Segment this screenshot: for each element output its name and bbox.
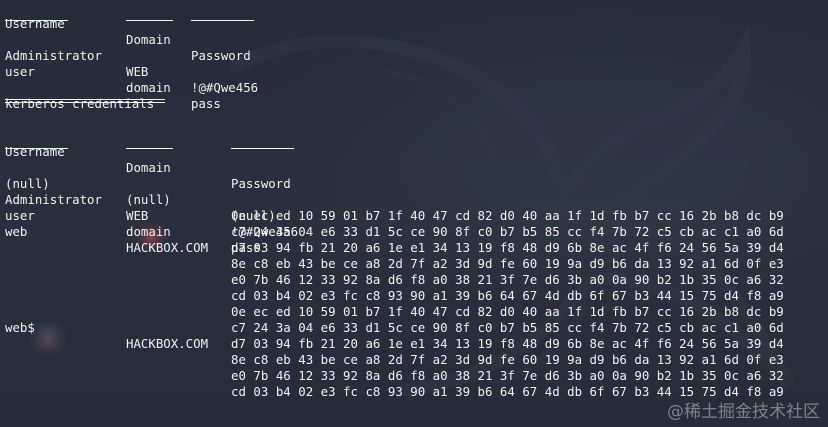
domain-header: Domain: [126, 160, 171, 175]
kerberos-credential-row: Administrator WEB !@#Qwe456: [0, 176, 298, 239]
password-hash-line: d7 03 94 fb 21 20 a6 1e e1 34 13 19 f8 4…: [231, 336, 784, 351]
password-cell: !@#Qwe456: [191, 80, 259, 95]
password-hash-line: c7 24 3a 04 e6 33 d1 5c ce 90 8f c0 b7 b…: [231, 320, 784, 335]
username-cell: user: [5, 64, 35, 79]
password-hash-line: 8e c8 eb 43 be ce a8 2d 7f a2 3d 9d fe 6…: [231, 256, 784, 271]
password-hash-line: 8e c8 eb 43 be ce a8 2d 7f a2 3d 9d fe 6…: [231, 352, 784, 367]
password-hash-line: e0 7b 46 12 33 92 8a d6 f8 a0 38 21 3f 7…: [231, 272, 784, 287]
username-cell: web$: [5, 320, 35, 335]
username-underline: [5, 20, 68, 21]
domain-cell: HACKBOX.COM: [126, 240, 209, 255]
credential-row: Administrator WEB !@#Qwe456: [0, 32, 258, 95]
kerberos-title-double-underline: [5, 99, 165, 103]
kerberos-credential-row: user domain pass: [0, 192, 261, 255]
password-underline: [191, 20, 254, 21]
password-header: Password: [231, 176, 291, 191]
password-header: Password: [191, 48, 251, 63]
password-hash-line: e0 7b 46 12 33 92 8a d6 f8 a0 38 21 3f 7…: [231, 368, 784, 383]
password-hash-line: c7 24 3a 04 e6 33 d1 5c ce 90 8f c0 b7 b…: [231, 224, 784, 239]
credential-row: user domain pass: [0, 48, 221, 111]
password-hash-line: d7 03 94 fb 21 20 a6 1e e1 34 13 19 f8 4…: [231, 240, 784, 255]
domain-cell: HACKBOX.COM: [126, 336, 209, 351]
password-hash-line: cd 03 b4 02 e3 fc c8 93 90 a1 39 b6 64 6…: [231, 288, 784, 303]
password-cell: pass: [191, 96, 221, 111]
watermark-text: @稀土掘金技术社区: [667, 402, 820, 422]
domain-cell: (null): [126, 192, 171, 207]
username-underline: [5, 148, 68, 149]
domain-underline: [126, 20, 173, 21]
username-header: Username: [5, 144, 65, 159]
domain-cell: domain: [126, 224, 171, 239]
domain-cell: WEB: [126, 64, 149, 79]
password-hash-line: cd 03 b4 02 e3 fc c8 93 90 a1 39 b6 64 6…: [231, 384, 784, 399]
domain-cell: WEB: [126, 208, 149, 223]
kerberos-credential-row: (null) (null) (null): [0, 160, 276, 223]
username-cell: web: [5, 224, 28, 239]
domain-header: Domain: [126, 32, 171, 47]
username-header: Username: [5, 16, 65, 31]
password-hash-line: 0e ec ed 10 59 01 b7 1f 40 47 cd 82 d0 4…: [231, 304, 784, 319]
password-hash-line: 0e ec ed 10 59 01 b7 1f 40 47 cd 82 d0 4…: [231, 208, 784, 223]
terminal-output-window: Username Domain Password Administrator W…: [0, 0, 828, 427]
domain-cell: domain: [126, 80, 171, 95]
domain-underline: [126, 148, 173, 149]
password-underline: [231, 148, 294, 149]
